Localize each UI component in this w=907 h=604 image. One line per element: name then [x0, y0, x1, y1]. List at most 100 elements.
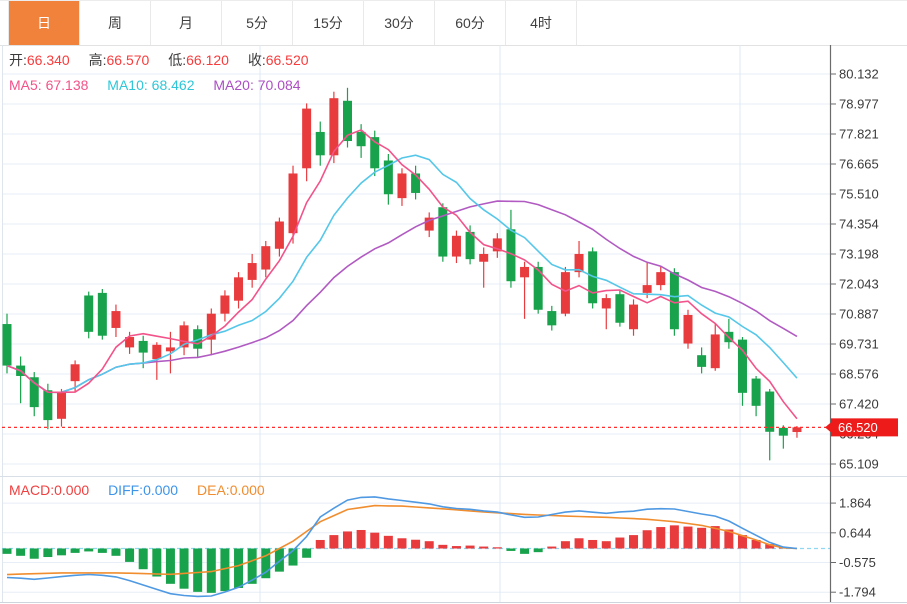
candle-body	[98, 293, 107, 336]
macd-bar	[452, 546, 461, 548]
macd-bar	[547, 547, 556, 549]
kline-app: 日周月5分15分30分60分4时 80.13278.97777.82176.66…	[0, 0, 907, 604]
candle-body	[697, 355, 706, 367]
ma5-label: MA5:	[9, 77, 42, 93]
candle-body	[629, 305, 638, 330]
axis-tick-label: 76.665	[839, 157, 879, 172]
axis-tick-label: 72.043	[839, 276, 879, 291]
macd-histogram	[3, 525, 788, 592]
macd-bar	[602, 541, 611, 548]
candle-body	[152, 345, 161, 359]
macd-bar	[43, 549, 52, 558]
candle-body	[220, 295, 229, 313]
candle-body	[111, 311, 120, 328]
candle-body	[30, 377, 39, 407]
macd-bar	[302, 549, 311, 558]
macd-bar	[520, 549, 529, 554]
axis-tick-label: 67.420	[839, 397, 879, 412]
candle-body	[711, 334, 720, 368]
close-value: 66.520	[266, 52, 309, 68]
macd-bar	[656, 527, 665, 548]
candle-body	[752, 379, 761, 406]
macd-bar	[152, 549, 161, 577]
macd-bar	[111, 549, 120, 556]
macd-bar	[84, 549, 93, 552]
ma-readout: MA5: 67.138 MA10: 68.462 MA20: 70.084	[9, 77, 316, 93]
macd-bar	[411, 540, 420, 549]
macd-bar	[98, 549, 107, 553]
macd-bar	[397, 538, 406, 548]
candle-body	[411, 173, 420, 192]
axis-tick-label: 80.132	[839, 67, 879, 82]
candle-body	[615, 294, 624, 323]
macd-bar	[643, 530, 652, 548]
macd-bar	[57, 549, 66, 556]
axis-tick-label: 78.977	[839, 96, 879, 111]
candle-body	[357, 132, 366, 146]
macd-value: 0.000	[54, 482, 89, 498]
ohlc-readout: 开:66.340 高:66.570 低:66.120 收:66.520	[9, 50, 324, 70]
candle-body	[684, 315, 693, 344]
macd-bar	[3, 549, 12, 554]
candle-body	[561, 272, 570, 314]
current-price-badge-text: 66.520	[838, 420, 878, 435]
candle-body	[602, 298, 611, 308]
candle-body	[779, 428, 788, 436]
macd-bar	[125, 549, 134, 562]
macd-bar	[193, 549, 202, 592]
low-value: 66.120	[186, 52, 229, 68]
diff-value: 0.000	[143, 482, 178, 498]
axis-tick-label: -1.794	[839, 585, 876, 600]
candle-body	[452, 236, 461, 257]
high-label: 高:	[89, 52, 107, 68]
axis-tick-label: 77.821	[839, 126, 879, 141]
ma5-value: 67.138	[46, 77, 89, 93]
candle-body	[520, 267, 529, 277]
axis-tick-label: 69.731	[839, 337, 879, 352]
ma10-value: 68.462	[152, 77, 195, 93]
macd-bar	[466, 546, 475, 549]
close-label: 收:	[248, 52, 266, 68]
macd-bar	[615, 538, 624, 549]
candle-body	[643, 285, 652, 293]
ma10-label: MA10:	[107, 77, 147, 93]
candle-body	[547, 311, 556, 325]
high-value: 66.570	[107, 52, 150, 68]
macd-bar	[234, 549, 243, 588]
macd-bar	[316, 540, 325, 549]
macd-bar	[357, 530, 366, 549]
macd-readout: MACD:0.000 DIFF:0.000 DEA:0.000	[9, 482, 280, 498]
macd-bar	[506, 549, 515, 551]
axis-tick-label: 0.644	[839, 525, 872, 540]
axis-tick-label: -0.575	[839, 555, 876, 570]
open-label: 开:	[9, 52, 27, 68]
macd-bar	[275, 549, 284, 572]
macd-bar	[684, 527, 693, 549]
dea-value: 0.000	[230, 482, 265, 498]
macd-bar	[534, 549, 543, 553]
axis-tick-label: 74.354	[839, 216, 879, 231]
candle-body	[275, 222, 284, 249]
low-label: 低:	[168, 52, 186, 68]
macd-bar	[343, 531, 352, 548]
axis-tick-label: 73.198	[839, 247, 879, 262]
macd-bar	[166, 549, 175, 584]
ma20-label: MA20:	[213, 77, 253, 93]
candle-body	[316, 132, 325, 155]
candle-body	[139, 341, 148, 353]
candle-body	[43, 390, 52, 420]
ma20-value: 70.084	[258, 77, 301, 93]
macd-bar	[180, 549, 189, 589]
candle-body	[248, 263, 257, 280]
axis-tick-label: 70.887	[839, 307, 879, 322]
candle-body	[71, 364, 80, 381]
macd-bar	[670, 525, 679, 548]
current-price-badge: 66.520	[825, 418, 898, 436]
macd-bar	[697, 528, 706, 549]
candle-body	[261, 246, 270, 269]
macd-bar	[370, 533, 379, 549]
candle-body	[792, 427, 801, 432]
macd-bar	[384, 536, 393, 549]
open-value: 66.340	[27, 52, 70, 68]
candle-body	[3, 324, 12, 366]
